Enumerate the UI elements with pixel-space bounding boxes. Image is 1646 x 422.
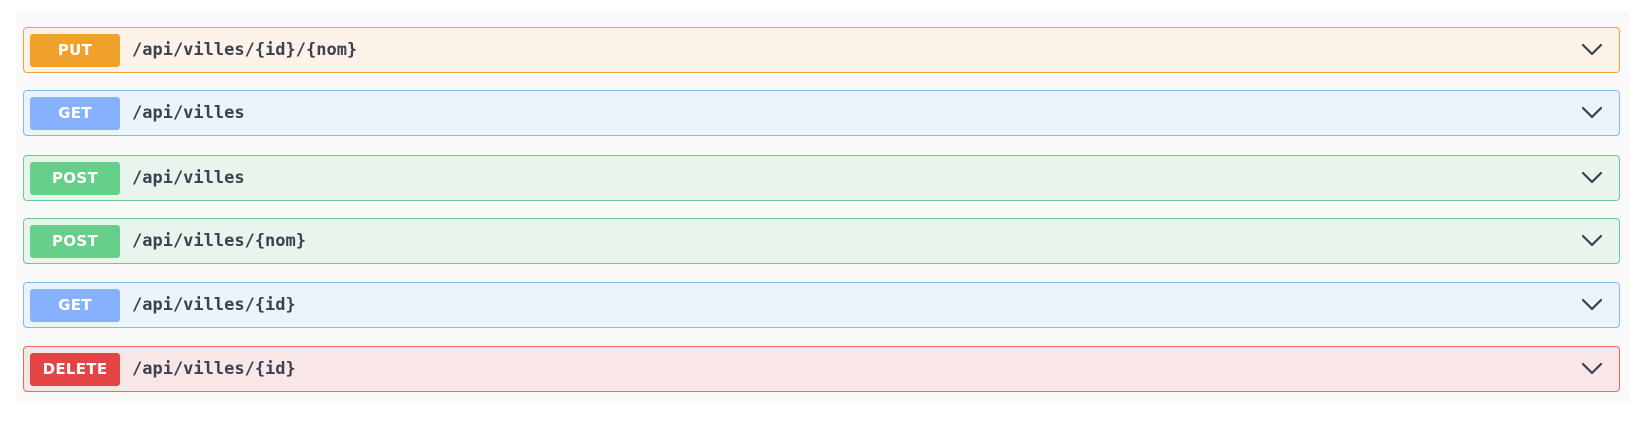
chevron-down-icon[interactable] [1581, 43, 1603, 57]
chevron-down-icon[interactable] [1581, 234, 1603, 248]
chevron-down-icon[interactable] [1581, 106, 1603, 120]
operation-row-get-villes-id[interactable]: GET /api/villes/{id} [23, 282, 1620, 328]
method-badge: GET [30, 96, 120, 130]
operation-path: /api/villes/{nom} [132, 231, 306, 251]
operation-path: /api/villes/{id} [132, 359, 296, 379]
operation-row-get-villes[interactable]: GET /api/villes [23, 90, 1620, 136]
method-badge: GET [30, 288, 120, 322]
operation-path: /api/villes/{id}/{nom} [132, 40, 358, 60]
chevron-down-icon[interactable] [1581, 362, 1603, 376]
chevron-down-icon[interactable] [1581, 171, 1603, 185]
operation-row-put-villes-id-nom[interactable]: PUT /api/villes/{id}/{nom} [23, 27, 1620, 73]
method-badge: POST [30, 224, 120, 258]
operation-path: /api/villes/{id} [132, 295, 296, 315]
method-badge: PUT [30, 33, 120, 67]
operation-row-post-villes-nom[interactable]: POST /api/villes/{nom} [23, 218, 1620, 264]
method-badge: POST [30, 161, 120, 195]
chevron-down-icon[interactable] [1581, 298, 1603, 312]
operation-path: /api/villes [132, 103, 245, 123]
operation-path: /api/villes [132, 168, 245, 188]
operation-row-delete-villes-id[interactable]: DELETE /api/villes/{id} [23, 346, 1620, 392]
method-badge: DELETE [30, 352, 120, 386]
operation-row-post-villes[interactable]: POST /api/villes [23, 155, 1620, 201]
